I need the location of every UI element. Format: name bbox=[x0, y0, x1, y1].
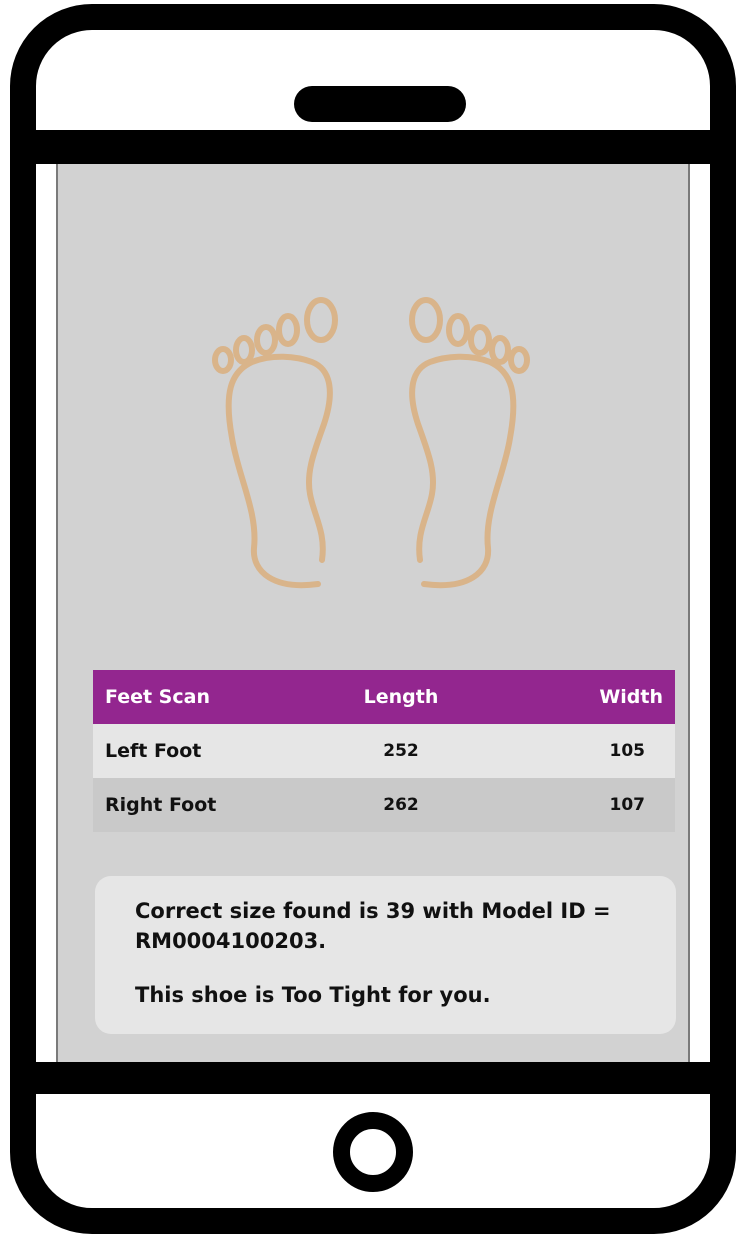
size-result-text: Correct size found is 39 with Model ID =… bbox=[135, 899, 611, 953]
header-feet-scan: Feet Scan bbox=[105, 686, 210, 708]
table-row: Right Foot 262 107 bbox=[93, 778, 675, 832]
bottom-bezel-divider bbox=[36, 1062, 710, 1094]
fit-result-text: This shoe is Too Tight for you. bbox=[135, 983, 491, 1007]
feet-illustration bbox=[212, 297, 530, 589]
phone-frame: Feet Scan Length Width Left Foot 252 105… bbox=[10, 4, 736, 1234]
header-width: Width bbox=[599, 686, 663, 708]
home-button[interactable] bbox=[333, 1112, 413, 1192]
speaker-slot bbox=[294, 86, 466, 122]
header-length: Length bbox=[363, 686, 439, 708]
row-foot-name: Right Foot bbox=[105, 794, 217, 816]
row-foot-name: Left Foot bbox=[105, 740, 202, 762]
top-bezel-divider bbox=[36, 130, 710, 164]
row-length-value: 262 bbox=[383, 795, 419, 815]
table-header-row: Feet Scan Length Width bbox=[93, 670, 675, 724]
left-footprint-icon bbox=[212, 297, 338, 589]
phone-screen: Feet Scan Length Width Left Foot 252 105… bbox=[56, 164, 690, 1062]
table-row: Left Foot 252 105 bbox=[93, 724, 675, 778]
row-width-value: 107 bbox=[609, 795, 646, 815]
row-width-value: 105 bbox=[609, 741, 646, 761]
size-result-card: Correct size found is 39 with Model ID =… bbox=[95, 876, 676, 1034]
feet-scan-table: Feet Scan Length Width Left Foot 252 105… bbox=[93, 670, 675, 832]
row-length-value: 252 bbox=[383, 741, 419, 761]
right-footprint-icon bbox=[409, 297, 530, 589]
